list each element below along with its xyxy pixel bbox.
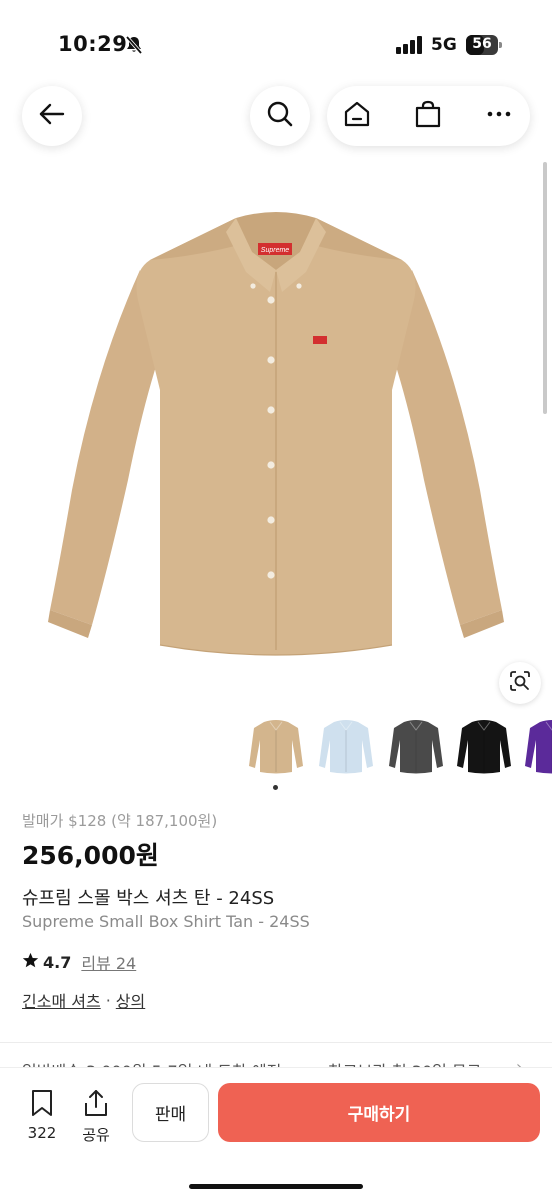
- price: 256,000원: [22, 841, 159, 870]
- carousel-indicator: [273, 785, 278, 790]
- rating-score: 4.7: [43, 952, 72, 972]
- search-icon: [265, 99, 295, 133]
- category-link-primary[interactable]: 긴소매 셔츠: [22, 988, 101, 1012]
- review-link[interactable]: 리뷰 24: [81, 950, 136, 974]
- home-button[interactable]: [337, 96, 377, 136]
- status-bar: 10:29 5G 56: [0, 0, 552, 86]
- thumbnail-purple[interactable]: [522, 714, 552, 780]
- back-arrow-icon: [37, 99, 67, 133]
- lens-icon: [508, 669, 532, 697]
- shopping-bag-icon: [413, 99, 443, 133]
- divider: [0, 1042, 552, 1043]
- share-button[interactable]: 공유: [76, 1088, 116, 1145]
- home-indicator[interactable]: [189, 1184, 363, 1189]
- release-price: 발매가 $128 (약 187,100원): [22, 812, 218, 830]
- category-link-secondary[interactable]: 상의: [116, 988, 145, 1012]
- cart-button[interactable]: [408, 96, 448, 136]
- thumbnail-light-blue[interactable]: [316, 714, 376, 780]
- more-button[interactable]: [479, 96, 519, 136]
- product-title-en: Supreme Small Box Shirt Tan - 24SS: [22, 912, 310, 931]
- bottom-action-bar: 322 공유 판매 구매하기: [0, 1068, 552, 1200]
- more-icon: [484, 99, 514, 133]
- category-breadcrumb: 긴소매 셔츠 · 상의: [22, 988, 145, 1012]
- search-button[interactable]: [250, 86, 310, 146]
- bookmark-count: 322: [27, 1124, 57, 1142]
- nav-actions: [327, 86, 530, 146]
- buy-button[interactable]: 구매하기: [218, 1083, 540, 1142]
- color-thumbnails: [0, 714, 552, 784]
- back-button[interactable]: [22, 86, 82, 146]
- thumbnail-charcoal[interactable]: [386, 714, 446, 780]
- battery-percent: 56: [472, 36, 492, 52]
- star-icon: [22, 952, 39, 973]
- share-icon: [82, 1090, 110, 1122]
- category-separator: ·: [105, 990, 111, 1010]
- image-search-button[interactable]: [499, 662, 541, 704]
- svg-text:Supreme: Supreme: [261, 247, 290, 254]
- product-image[interactable]: Supreme: [0, 160, 552, 700]
- status-time: 10:29: [58, 32, 128, 56]
- rating-row: 4.7 리뷰 24: [22, 950, 136, 974]
- thumbnail-black[interactable]: [454, 714, 514, 780]
- thumbnail-tan[interactable]: [246, 714, 306, 780]
- home-icon: [342, 99, 372, 133]
- product-title-ko: 슈프림 스몰 박스 셔츠 탄 - 24SS: [22, 888, 275, 909]
- share-label: 공유: [82, 1126, 110, 1144]
- battery-icon: 56: [466, 35, 502, 55]
- bookmark-icon: [29, 1090, 55, 1122]
- network-type: 5G: [431, 35, 457, 55]
- bookmark-button[interactable]: 322: [22, 1088, 62, 1142]
- sell-button[interactable]: 판매: [132, 1083, 209, 1142]
- bell-off-icon: [124, 35, 144, 59]
- signal-icon: [396, 36, 424, 58]
